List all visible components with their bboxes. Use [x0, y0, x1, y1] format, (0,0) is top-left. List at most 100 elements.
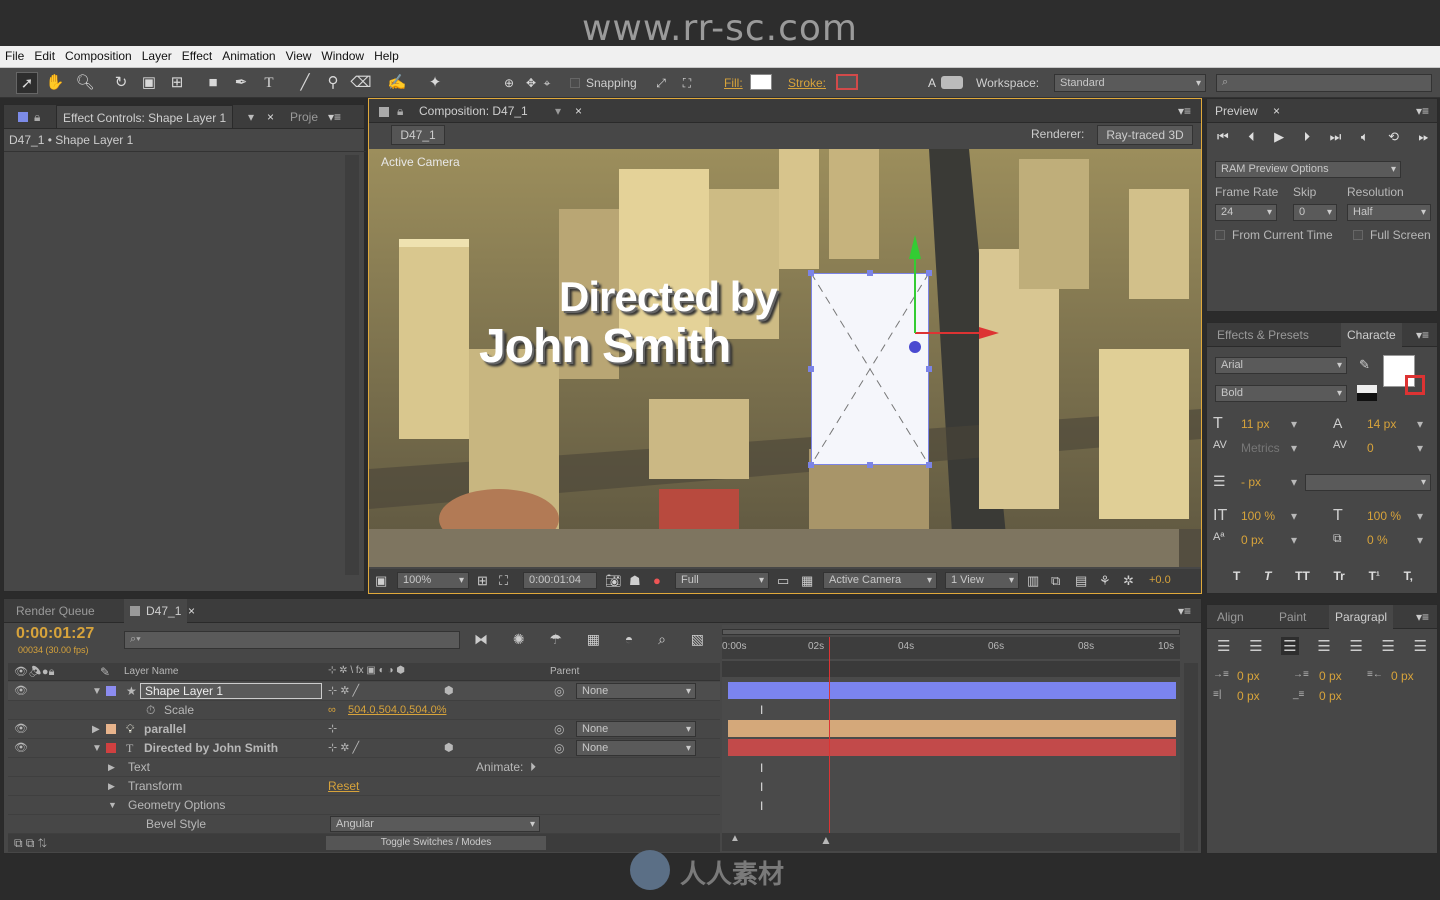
font-style-select[interactable]: Bold — [1215, 385, 1347, 402]
help-search-input[interactable]: ⌕ — [1216, 74, 1432, 92]
stopwatch-icon[interactable]: ⏱︎ — [146, 701, 155, 720]
leading-dropdown-icon[interactable]: ▾ — [1417, 417, 1423, 431]
last-frame-icon[interactable]: ⏭ — [1330, 129, 1342, 147]
all-caps-button[interactable]: TT — [1295, 569, 1310, 583]
snapping-checkbox[interactable] — [570, 78, 580, 88]
draft-3d-icon[interactable]: ✺ — [513, 631, 525, 651]
menu-edit[interactable]: Edit — [29, 46, 60, 63]
align-center-icon[interactable]: ☰ — [1249, 637, 1262, 655]
eraser-tool-icon[interactable]: ⌫ — [350, 72, 372, 94]
timeline-zoom-bar[interactable]: ▲ ▲ — [722, 833, 1180, 851]
transform-gizmo[interactable] — [789, 229, 999, 489]
bevel-style-select[interactable]: Angular — [330, 816, 540, 832]
zoom-tool-icon[interactable]: 🔍︎ — [74, 72, 96, 94]
selection-tool-icon[interactable]: ➚ — [16, 72, 38, 94]
vertical-scale-dropdown-icon[interactable]: ▾ — [1291, 509, 1297, 523]
skip-select[interactable]: 0 — [1293, 204, 1337, 221]
faux-italic-button[interactable]: T — [1264, 569, 1271, 583]
kerning-value[interactable]: Metrics — [1241, 441, 1280, 455]
font-size-dropdown-icon[interactable]: ▾ — [1291, 417, 1297, 431]
tracking-value[interactable]: 0 — [1367, 441, 1374, 455]
parent-column-header[interactable]: Parent — [550, 666, 579, 677]
visibility-eye-icon[interactable]: 👁︎ — [14, 720, 28, 739]
layer-duration-bar[interactable] — [728, 720, 1176, 737]
tsume-value[interactable]: 0 % — [1367, 533, 1388, 547]
rotate-tool-icon[interactable]: ↻ — [110, 72, 132, 94]
layer-name[interactable]: parallel — [144, 720, 186, 739]
space-before-value[interactable]: 0 px — [1319, 669, 1342, 683]
tsume-dropdown-icon[interactable]: ▾ — [1417, 533, 1423, 547]
layer-row-shape-layer[interactable]: 👁︎ ▼ ★ Shape Layer 1 ⊹ ✲ ╱ ⬢ ◎ None — [8, 682, 720, 701]
subscript-button[interactable]: T, — [1404, 569, 1413, 583]
menu-file[interactable]: File — [0, 46, 29, 63]
loop-icon[interactable]: ⟲ — [1388, 129, 1399, 147]
expand-arrow-icon[interactable]: ▼ — [92, 682, 102, 701]
timeline-scrollbar[interactable] — [1184, 663, 1198, 851]
indent-left-value[interactable]: 0 px — [1237, 669, 1260, 683]
work-area-bar[interactable] — [722, 629, 1180, 635]
layer-name-field[interactable]: Shape Layer 1 — [140, 683, 322, 699]
faux-bold-button[interactable]: T — [1233, 569, 1240, 583]
motion-blur-icon[interactable]: ◓ — [625, 631, 633, 651]
tab-paragraph[interactable]: Paragrapl — [1329, 605, 1394, 629]
brainstorm-icon[interactable]: ▧ — [691, 631, 704, 651]
vertical-scale-value[interactable]: 100 % — [1241, 509, 1275, 523]
lock-icon[interactable]: 🔒︎ — [397, 99, 403, 123]
expand-arrow-icon[interactable]: ▶ — [92, 720, 100, 739]
menu-help[interactable]: Help — [369, 46, 404, 63]
fill-swatch[interactable] — [750, 74, 772, 90]
title-line-2[interactable]: John Smith — [479, 319, 731, 374]
panel-menu-icon[interactable]: ▾≡ — [1416, 605, 1429, 629]
footer-toggle-icons[interactable]: ⧉ ⧉ ⇅ — [14, 836, 47, 851]
panel-menu-icon[interactable]: ▾≡ — [1416, 323, 1429, 347]
expand-arrow-icon[interactable]: ▶ — [108, 777, 115, 796]
puppet-tool-icon[interactable]: ✦ — [424, 72, 446, 94]
next-frame-icon[interactable]: ⏵︎ — [1304, 129, 1311, 147]
zoom-out-icon[interactable]: ▲ — [730, 833, 740, 844]
panel-menu-icon[interactable]: ▾≡ — [328, 105, 341, 129]
menu-animation[interactable]: Animation — [217, 46, 280, 63]
playhead-line[interactable] — [828, 637, 830, 851]
stroke-width-dropdown-icon[interactable]: ▾ — [1291, 475, 1297, 489]
pen-tool-icon[interactable]: ✒ — [230, 72, 252, 94]
magnification-select[interactable]: 100% — [397, 572, 469, 589]
clone-stamp-tool-icon[interactable]: ⚲ — [322, 72, 344, 94]
menu-window[interactable]: Window — [316, 46, 369, 63]
exposure-reset-icon[interactable]: ✲ — [1123, 573, 1134, 589]
justify-left-icon[interactable]: ☰ — [1317, 637, 1330, 655]
frame-blending-icon[interactable]: ▦ — [587, 631, 600, 651]
show-snapshot-icon[interactable]: ☗ — [629, 573, 641, 589]
region-of-interest-icon[interactable]: ▭ — [777, 573, 789, 589]
keyframe-marker[interactable]: I — [760, 703, 763, 717]
stroke-swatch[interactable] — [836, 74, 858, 90]
layer-label-color[interactable] — [106, 686, 116, 696]
superscript-button[interactable]: T¹ — [1369, 569, 1380, 583]
tab-effects-presets[interactable]: Effects & Presets — [1217, 323, 1309, 347]
rectangle-tool-icon[interactable]: ■ — [202, 72, 224, 94]
default-colors-icon[interactable] — [1357, 385, 1377, 401]
layer-duration-bar[interactable] — [728, 682, 1176, 699]
comp-mini-flowchart-icon[interactable]: ⧓ — [474, 631, 488, 651]
prev-frame-icon[interactable]: ⏴︎ — [1248, 129, 1255, 147]
tab-close-icon[interactable]: × — [267, 105, 274, 129]
graph-editor-icon[interactable]: ⌕ — [658, 631, 666, 651]
kerning-dropdown-icon[interactable]: ▾ — [1291, 441, 1297, 455]
lock-icon[interactable]: 🔒︎ — [34, 105, 40, 129]
comp-subtab[interactable]: D47_1 — [391, 125, 445, 145]
fill-label[interactable]: Fill: — [724, 76, 743, 90]
layer-label-color[interactable] — [106, 743, 116, 753]
align-left-icon[interactable]: ☰ — [1217, 637, 1230, 655]
comp-viewport[interactable]: Active Camera Directed by John Smith — [369, 149, 1201, 567]
workspace-select[interactable]: Standard — [1054, 74, 1206, 92]
animate-menu-icon[interactable]: ⏵︎ — [530, 758, 536, 777]
toggle-pixel-icon[interactable]: ▥ — [1027, 573, 1039, 589]
eyedropper-icon[interactable]: ✎ — [1359, 357, 1370, 373]
keyframe-marker[interactable]: I — [760, 780, 763, 794]
align-right-icon[interactable]: ☰ — [1281, 637, 1299, 655]
tab-dropdown-icon[interactable]: ▾ — [248, 105, 254, 129]
hand-tool-icon[interactable]: ✋ — [44, 72, 66, 94]
leading-value[interactable]: 14 px — [1367, 417, 1396, 431]
text-toggle-icon[interactable] — [941, 76, 963, 89]
play-icon[interactable]: ▶ — [1274, 129, 1284, 147]
shy-layers-icon[interactable]: ☂ — [549, 631, 562, 651]
